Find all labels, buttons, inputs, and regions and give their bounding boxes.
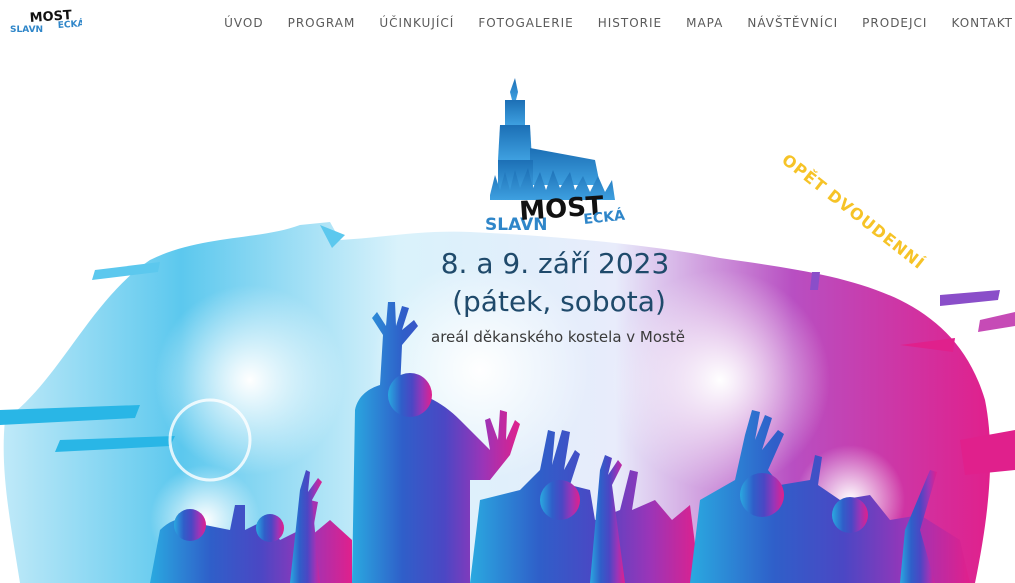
hero-logo: SLAVN MOST ECKÁ — [485, 191, 626, 235]
site-logo[interactable]: MOST SLAVN ECKÁ — [10, 8, 82, 38]
nav-item-ucinkujici[interactable]: ÚČINKUJÍCÍ — [367, 16, 466, 30]
nav-item-navstevnici[interactable]: NÁVŠTĚVNÍCI — [735, 16, 850, 30]
event-venue: areál děkanského kostela v Mostě — [431, 328, 685, 346]
logo-text-slavn: SLAVN — [10, 25, 43, 35]
page: MOST SLAVN ECKÁ ÚVOD PROGRAM ÚČINKUJÍCÍ … — [0, 0, 1015, 583]
church-tower-icon — [490, 78, 615, 200]
event-date: 8. a 9. září 2023 — [440, 247, 670, 280]
nav-item-historie[interactable]: HISTORIE — [586, 16, 674, 30]
nav-item-fotogalerie[interactable]: FOTOGALERIE — [466, 16, 585, 30]
event-days: (pátek, sobota) — [452, 285, 666, 318]
nav-item-uvod[interactable]: ÚVOD — [212, 16, 275, 30]
nav-item-kontakt[interactable]: KONTAKT — [939, 16, 1013, 30]
main-navigation: ÚVOD PROGRAM ÚČINKUJÍCÍ FOTOGALERIE HIST… — [212, 16, 1013, 30]
nav-item-prodejci[interactable]: PRODEJCI — [850, 16, 939, 30]
nav-item-mapa[interactable]: MAPA — [674, 16, 735, 30]
logo-graphic: MOST SLAVN ECKÁ — [10, 8, 82, 35]
site-header: MOST SLAVN ECKÁ ÚVOD PROGRAM ÚČINKUJÍCÍ … — [0, 0, 1015, 48]
nav-item-program[interactable]: PROGRAM — [276, 16, 368, 30]
